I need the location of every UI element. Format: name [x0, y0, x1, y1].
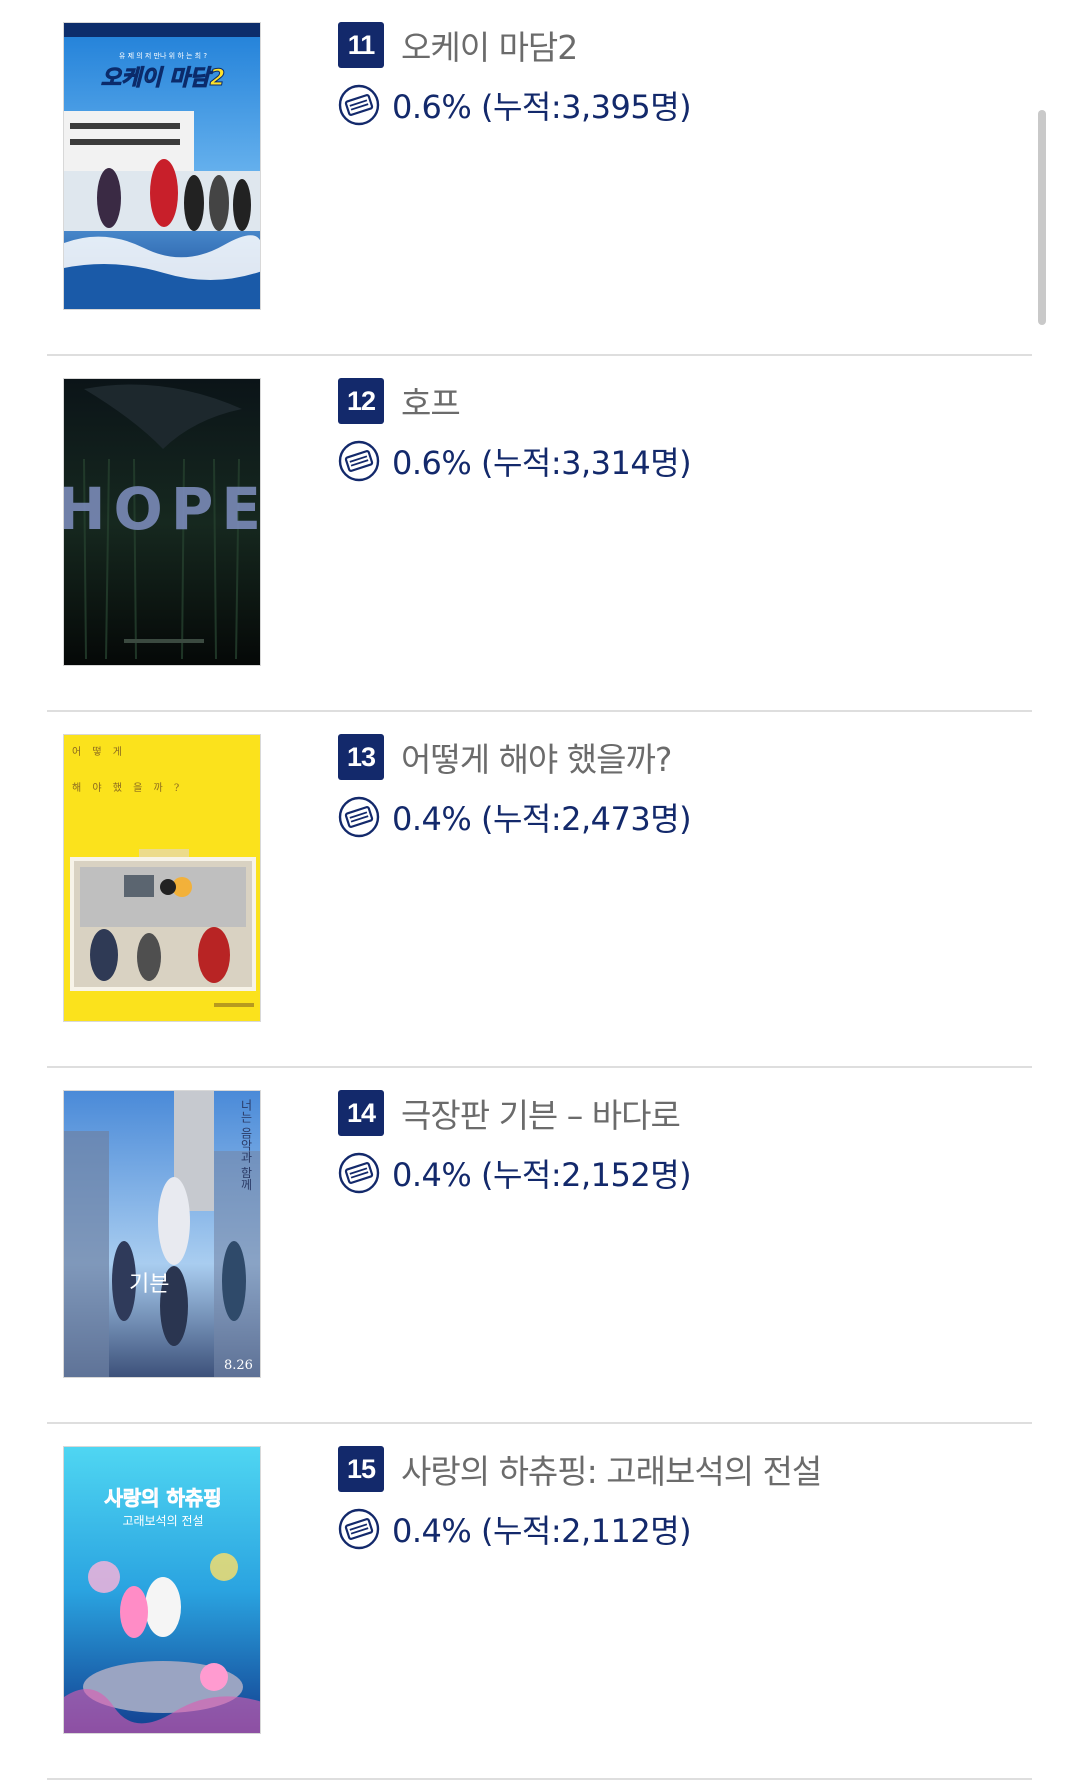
- audience-stat-row: 0.6% (누적:3,314명): [338, 438, 692, 484]
- movie-info: 12 호프 0.6% (누적:3,314명): [338, 378, 692, 484]
- rank-badge: 13: [338, 734, 384, 780]
- title-row: 11 오케이 마담2: [338, 22, 691, 68]
- svg-text:어 떻 게: 어 떻 게: [72, 745, 126, 758]
- svg-text:8.26: 8.26: [224, 1358, 253, 1373]
- audience-stat-row: 0.4% (누적:2,152명): [338, 1150, 692, 1196]
- movie-info: 11 오케이 마담2 0.6% (누적:3,395명): [338, 22, 692, 128]
- svg-text:너는 음악과 함께: 너는 음악과 함께: [239, 1099, 253, 1191]
- svg-text:고래보석의 전설: 고래보석의 전설: [122, 1514, 203, 1528]
- poster-hope: HOPE: [64, 379, 261, 665]
- audience-stat-row: 0.6% (누적:3,395명): [338, 82, 692, 128]
- svg-text:HOPE: HOPE: [64, 475, 261, 543]
- movie-poster[interactable]: 너는 음악과 함께 기븐 8.26: [63, 1090, 261, 1378]
- audience-stat-row: 0.4% (누적:2,112명): [338, 1506, 821, 1552]
- poster-catch-teenieping: 사랑의 하츄핑 고래보석의 전설: [64, 1447, 260, 1733]
- list-item[interactable]: 어 떻 게 해 야 했 을 까 ? 13 어떻게 해야 했을까? 0.4% (누…: [47, 712, 1032, 1068]
- movie-title[interactable]: 어떻게 해야 했을까?: [401, 733, 672, 781]
- movie-title[interactable]: 극장판 기븐 – 바다로: [401, 1089, 681, 1137]
- svg-text:오케이 마담2: 오케이 마담2: [101, 66, 225, 91]
- ticket-icon: [338, 1152, 380, 1194]
- movie-poster[interactable]: 유 제 의 저 만나 위 하 는 최 ? 오케이 마담2: [63, 22, 261, 310]
- poster-what-should-we-have-done: 어 떻 게 해 야 했 을 까 ?: [64, 735, 260, 1021]
- svg-text:유 제 의 저 만나 위 하 는 최 ?: 유 제 의 저 만나 위 하 는 최 ?: [119, 51, 207, 60]
- audience-stat-row: 0.4% (누적:2,473명): [338, 794, 692, 840]
- movie-title[interactable]: 호프: [401, 377, 461, 425]
- rank-badge: 14: [338, 1090, 384, 1136]
- list-item[interactable]: 사랑의 하츄핑 고래보석의 전설 15 사랑의 하츄핑: 고래보석의 전설 0.…: [47, 1424, 1032, 1780]
- movie-poster[interactable]: 사랑의 하츄핑 고래보석의 전설: [63, 1446, 261, 1734]
- ticket-icon: [338, 796, 380, 838]
- audience-share: 0.6% (누적:3,314명): [392, 444, 692, 482]
- audience-share: 0.4% (누적:2,473명): [392, 800, 692, 838]
- poster-ok-madam-2: 유 제 의 저 만나 위 하 는 최 ? 오케이 마담2: [64, 23, 260, 309]
- movie-title[interactable]: 사랑의 하츄핑: 고래보석의 전설: [401, 1445, 822, 1493]
- svg-text:사랑의 하츄핑: 사랑의 하츄핑: [104, 1486, 221, 1510]
- rank-badge: 12: [338, 378, 384, 424]
- movie-info: 14 극장판 기븐 – 바다로 0.4% (누적:2,152명): [338, 1090, 692, 1196]
- box-office-list: 유 제 의 저 만나 위 하 는 최 ? 오케이 마담2 11 오케이 마담2: [47, 0, 1032, 1780]
- svg-text:해 야 했 을 까 ?: 해 야 했 을 까 ?: [72, 781, 183, 794]
- ticket-icon: [338, 440, 380, 482]
- svg-text:기븐: 기븐: [129, 1272, 169, 1297]
- audience-share: 0.4% (누적:2,112명): [392, 1512, 692, 1550]
- movie-poster[interactable]: 어 떻 게 해 야 했 을 까 ?: [63, 734, 261, 1022]
- title-row: 13 어떻게 해야 했을까?: [338, 734, 691, 780]
- audience-share: 0.4% (누적:2,152명): [392, 1156, 692, 1194]
- ticket-icon: [338, 84, 380, 126]
- list-item[interactable]: 유 제 의 저 만나 위 하 는 최 ? 오케이 마담2 11 오케이 마담2: [47, 0, 1032, 356]
- movie-info: 13 어떻게 해야 했을까? 0.4% (누적:2,473명): [338, 734, 692, 840]
- movie-title[interactable]: 오케이 마담2: [401, 21, 578, 69]
- rank-badge: 11: [338, 22, 384, 68]
- scrollbar[interactable]: [1038, 110, 1046, 325]
- title-row: 15 사랑의 하츄핑: 고래보석의 전설: [338, 1445, 822, 1493]
- poster-given-to-the-sea: 너는 음악과 함께 기븐 8.26: [64, 1091, 260, 1377]
- audience-share: 0.6% (누적:3,395명): [392, 88, 692, 126]
- movie-info: 15 사랑의 하츄핑: 고래보석의 전설 0.4% (누적:2,112명): [338, 1445, 822, 1552]
- rank-badge: 15: [338, 1446, 384, 1492]
- ticket-icon: [338, 1508, 380, 1550]
- list-item[interactable]: HOPE 12 호프 0.6% (누적:3,314명): [47, 356, 1032, 712]
- title-row: 14 극장판 기븐 – 바다로: [338, 1090, 691, 1136]
- movie-poster[interactable]: HOPE: [63, 378, 261, 666]
- list-item[interactable]: 너는 음악과 함께 기븐 8.26 14 극장판 기븐 – 바다로 0.4% (…: [47, 1068, 1032, 1424]
- title-row: 12 호프: [338, 378, 691, 424]
